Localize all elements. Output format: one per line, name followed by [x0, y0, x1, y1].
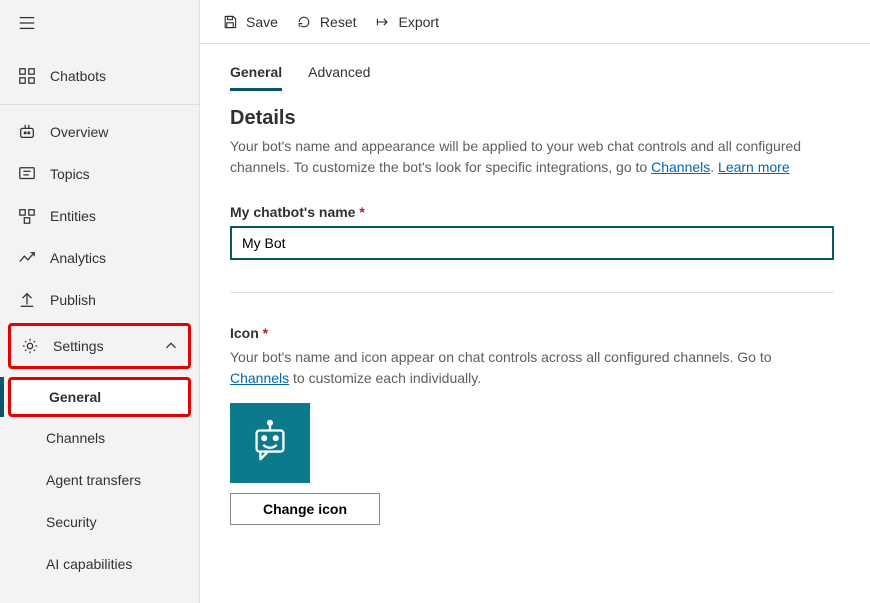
- tab-advanced[interactable]: Advanced: [308, 64, 370, 91]
- grid-icon: [18, 67, 36, 85]
- entities-icon: [18, 207, 36, 225]
- topics-icon: [18, 165, 36, 183]
- nav-settings-label: Settings: [53, 338, 104, 354]
- sub-agent-transfers-label: Agent transfers: [46, 472, 141, 488]
- chevron-up-icon: [162, 337, 180, 355]
- sub-ai-capabilities[interactable]: AI capabilities: [0, 543, 199, 585]
- icon-description: Your bot's name and icon appear on chat …: [230, 347, 834, 389]
- nav-publish[interactable]: Publish: [0, 279, 199, 321]
- nav-entities-label: Entities: [50, 208, 96, 224]
- nav-chatbots[interactable]: Chatbots: [0, 48, 199, 105]
- save-icon: [222, 14, 238, 30]
- nav-analytics[interactable]: Analytics: [0, 237, 199, 279]
- icon-desc-text1: Your bot's name and icon appear on chat …: [230, 349, 772, 365]
- reset-button[interactable]: Reset: [296, 14, 357, 30]
- nav-overview[interactable]: Overview: [0, 111, 199, 153]
- publish-icon: [18, 291, 36, 309]
- toolbar: Save Reset Export: [200, 0, 870, 44]
- details-punct: .: [710, 159, 718, 175]
- tab-general-label: General: [230, 64, 282, 80]
- channels-link[interactable]: Channels: [651, 159, 710, 175]
- required-asterisk: *: [359, 204, 364, 220]
- sub-channels-label: Channels: [46, 430, 105, 446]
- nav-analytics-label: Analytics: [50, 250, 106, 266]
- details-description: Your bot's name and appearance will be a…: [230, 136, 840, 178]
- settings-subgroup: General Channels Agent transfers Securit…: [0, 377, 199, 585]
- sub-security[interactable]: Security: [0, 501, 199, 543]
- channels-link-2[interactable]: Channels: [230, 370, 289, 386]
- name-field: My chatbot's name *: [230, 204, 840, 260]
- bot-icon-preview: [230, 403, 310, 483]
- icon-field-label: Icon *: [230, 325, 268, 341]
- sub-agent-transfers[interactable]: Agent transfers: [0, 459, 199, 501]
- sub-channels[interactable]: Channels: [0, 417, 199, 459]
- analytics-icon: [18, 249, 36, 267]
- nav-topics[interactable]: Topics: [0, 153, 199, 195]
- reset-icon: [296, 14, 312, 30]
- reset-label: Reset: [320, 14, 357, 30]
- tabs: General Advanced: [230, 64, 840, 91]
- sub-general-label: General: [49, 389, 101, 405]
- sidebar: Chatbots Overview Topics Entities: [0, 0, 200, 603]
- export-label: Export: [399, 14, 439, 30]
- save-button[interactable]: Save: [222, 14, 278, 30]
- sub-security-label: Security: [46, 514, 97, 530]
- export-button[interactable]: Export: [375, 14, 439, 30]
- required-asterisk: *: [263, 325, 268, 341]
- name-field-label: My chatbot's name *: [230, 204, 365, 220]
- icon-desc-text2: to customize each individually.: [289, 370, 481, 386]
- bot-icon: [247, 419, 293, 468]
- nav-entities[interactable]: Entities: [0, 195, 199, 237]
- export-icon: [375, 14, 391, 30]
- change-icon-button[interactable]: Change icon: [230, 493, 380, 525]
- details-heading: Details: [230, 107, 840, 130]
- sub-general[interactable]: General: [8, 377, 191, 417]
- hamburger-icon[interactable]: [18, 14, 36, 35]
- main: Save Reset Export General Ad: [200, 0, 870, 603]
- sub-ai-capabilities-label: AI capabilities: [46, 556, 132, 572]
- chatbot-name-input[interactable]: [230, 226, 834, 260]
- nav-publish-label: Publish: [50, 292, 96, 308]
- name-field-label-text: My chatbot's name: [230, 204, 355, 220]
- nav-overview-label: Overview: [50, 124, 108, 140]
- gear-icon: [21, 337, 39, 355]
- icon-field-label-text: Icon: [230, 325, 259, 341]
- nav-topics-label: Topics: [50, 166, 90, 182]
- tab-advanced-label: Advanced: [308, 64, 370, 80]
- overview-icon: [18, 123, 36, 141]
- learn-more-link[interactable]: Learn more: [718, 159, 790, 175]
- save-label: Save: [246, 14, 278, 30]
- separator: [230, 292, 834, 293]
- nav-chatbots-label: Chatbots: [50, 68, 106, 84]
- content: General Advanced Details Your bot's name…: [200, 44, 870, 555]
- tab-general[interactable]: General: [230, 64, 282, 91]
- nav-settings[interactable]: Settings: [8, 323, 191, 369]
